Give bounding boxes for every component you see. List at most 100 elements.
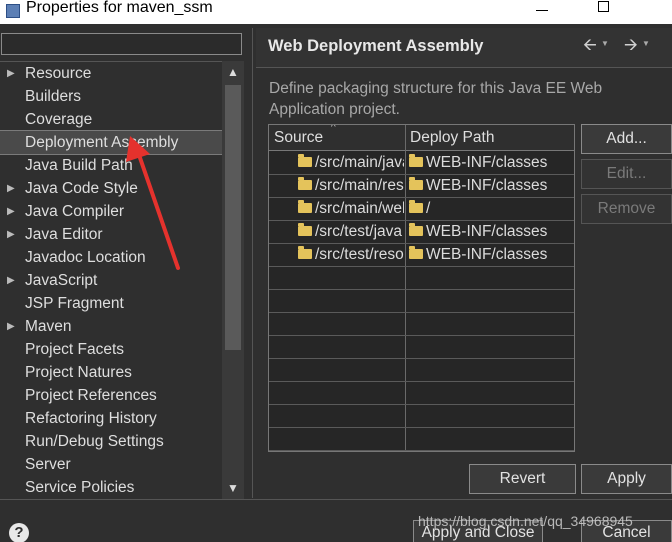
source-cell: /src/main/java bbox=[315, 154, 404, 171]
minimize-button[interactable] bbox=[536, 10, 548, 11]
expand-chevron-icon[interactable]: ▶ bbox=[7, 200, 15, 223]
sidebar-item-label: Project References bbox=[25, 387, 157, 404]
source-cell: /src/main/webapp bbox=[315, 200, 404, 217]
sidebar-item[interactable]: Server bbox=[0, 453, 222, 476]
window-title-bar: Properties for maven_ssm bbox=[0, 0, 672, 24]
scroll-down-icon[interactable]: ▼ bbox=[222, 477, 244, 499]
folder-icon bbox=[298, 246, 312, 259]
properties-tree: ▶ Resource Builders Coverage Deployment Asse… bbox=[0, 61, 244, 499]
apply-button[interactable]: Apply bbox=[581, 464, 672, 494]
edit-button[interactable]: Edit... bbox=[581, 159, 672, 189]
expand-chevron-icon[interactable]: ▶ bbox=[7, 223, 15, 246]
sidebar-item-label: Maven bbox=[25, 318, 72, 335]
table-row[interactable] bbox=[269, 405, 574, 428]
sidebar-item[interactable]: Builders bbox=[0, 85, 222, 108]
sidebar-item-label: Java Compiler bbox=[25, 203, 125, 220]
folder-icon bbox=[409, 154, 423, 167]
sidebar-item[interactable]: ▶ Resource bbox=[0, 62, 222, 85]
table-row[interactable] bbox=[269, 359, 574, 382]
table-row[interactable] bbox=[269, 290, 574, 313]
pane-divider[interactable] bbox=[252, 28, 253, 498]
source-cell: /src/main/resources bbox=[315, 177, 404, 194]
table-row[interactable]: /src/test/resources WEB-INF/classes bbox=[269, 244, 574, 267]
table-row[interactable]: /src/test/java WEB-INF/classes bbox=[269, 221, 574, 244]
folder-icon bbox=[298, 223, 312, 236]
sidebar-item-label: Java Build Path bbox=[25, 157, 133, 174]
expand-chevron-icon[interactable]: ▶ bbox=[7, 177, 15, 200]
scroll-thumb[interactable] bbox=[225, 85, 241, 350]
sidebar-item-label: Run/Debug Settings bbox=[25, 433, 164, 450]
folder-icon bbox=[298, 154, 312, 167]
back-dropdown-icon[interactable]: ▼ bbox=[601, 39, 609, 48]
table-row[interactable] bbox=[269, 382, 574, 405]
sidebar-item-label: Coverage bbox=[25, 111, 93, 128]
remove-button[interactable]: Remove bbox=[581, 194, 672, 224]
page-title: Web Deployment Assembly bbox=[268, 37, 484, 55]
table-row[interactable]: /src/main/resources WEB-INF/classes bbox=[269, 175, 574, 198]
expand-chevron-icon[interactable]: ▶ bbox=[7, 62, 15, 85]
expand-chevron-icon[interactable]: ▶ bbox=[7, 315, 15, 338]
table-row[interactable] bbox=[269, 267, 574, 290]
scroll-up-icon[interactable]: ▲ bbox=[222, 61, 244, 83]
table-row[interactable] bbox=[269, 336, 574, 359]
sidebar-item-label: Refactoring History bbox=[25, 410, 157, 427]
sidebar-item-label: Project Natures bbox=[25, 364, 132, 381]
add-button[interactable]: Add... bbox=[581, 124, 672, 154]
sidebar-item-label: Java Editor bbox=[25, 226, 103, 243]
table-header: Source ^ Deploy Path bbox=[269, 125, 574, 151]
sidebar-item[interactable]: Refactoring History bbox=[0, 407, 222, 430]
column-header-deploy-path[interactable]: Deploy Path bbox=[410, 129, 494, 147]
page-description: Define packaging structure for this Java… bbox=[269, 80, 603, 118]
folder-icon bbox=[409, 223, 423, 236]
forward-dropdown-icon[interactable]: ▼ bbox=[642, 39, 650, 48]
revert-button[interactable]: Revert bbox=[469, 464, 576, 494]
sidebar-item[interactable]: ▶ Java Code Style bbox=[0, 177, 222, 200]
folder-icon bbox=[409, 200, 423, 213]
sidebar-item-label: Resource bbox=[25, 65, 92, 82]
table-row[interactable]: /src/main/webapp / bbox=[269, 198, 574, 221]
footer-divider bbox=[0, 499, 672, 500]
sidebar-item[interactable]: ▶ Java Editor bbox=[0, 223, 222, 246]
sidebar-item[interactable]: Java Build Path bbox=[0, 154, 222, 177]
deployment-table: Source ^ Deploy Path /src/main/java WEB-I… bbox=[268, 124, 575, 452]
page-header: Web Deployment Assembly 🡨 ▼ 🡪 ▼ bbox=[256, 28, 672, 68]
sidebar-item[interactable]: ▶ Java Compiler bbox=[0, 200, 222, 223]
window-title: Properties for maven_ssm bbox=[26, 0, 213, 16]
deploy-path-cell: WEB-INF/classes bbox=[426, 177, 548, 194]
expand-chevron-icon[interactable]: ▶ bbox=[7, 269, 15, 292]
sidebar-item-label: Java Code Style bbox=[25, 180, 138, 197]
sidebar-item[interactable]: JSP Fragment bbox=[0, 292, 222, 315]
sidebar-item[interactable]: Project Facets bbox=[0, 338, 222, 361]
sidebar-item[interactable]: Javadoc Location bbox=[0, 246, 222, 269]
sidebar-item-label: Service Policies bbox=[25, 479, 135, 496]
deploy-path-cell: / bbox=[426, 200, 431, 217]
deploy-path-cell: WEB-INF/classes bbox=[426, 154, 548, 171]
sidebar-item[interactable]: Service Policies bbox=[0, 476, 222, 499]
sidebar-item[interactable]: Coverage bbox=[0, 108, 222, 131]
sidebar-item-label: JSP Fragment bbox=[25, 295, 124, 312]
sidebar-item-label: Javadoc Location bbox=[25, 249, 146, 266]
deploy-path-cell: WEB-INF/classes bbox=[426, 223, 548, 240]
sort-ascending-icon: ^ bbox=[331, 124, 336, 133]
sidebar-item[interactable]: ▶ Maven bbox=[0, 315, 222, 338]
forward-arrow-icon[interactable]: 🡪 bbox=[624, 32, 638, 61]
table-row[interactable]: /src/main/java WEB-INF/classes bbox=[269, 152, 574, 175]
watermark: https://blog.csdn.net/qq_34968945 bbox=[418, 513, 633, 529]
filter-input[interactable] bbox=[1, 33, 242, 55]
table-row[interactable] bbox=[269, 428, 574, 451]
sidebar-item[interactable]: Deployment Assembly bbox=[0, 130, 223, 155]
back-arrow-icon[interactable]: 🡨 bbox=[583, 32, 597, 61]
deploy-path-cell: WEB-INF/classes bbox=[426, 246, 548, 263]
table-row[interactable] bbox=[269, 313, 574, 336]
sidebar-item[interactable]: Project Natures bbox=[0, 361, 222, 384]
app-icon bbox=[6, 4, 20, 18]
sidebar-item-label: JavaScript bbox=[25, 272, 98, 289]
column-header-source[interactable]: Source bbox=[274, 129, 323, 147]
folder-icon bbox=[409, 246, 423, 259]
sidebar-item[interactable]: ▶ JavaScript bbox=[0, 269, 222, 292]
maximize-button[interactable] bbox=[598, 1, 609, 12]
sidebar-item[interactable]: Run/Debug Settings bbox=[0, 430, 222, 453]
sidebar-item[interactable]: Project References bbox=[0, 384, 222, 407]
help-icon[interactable]: ? bbox=[9, 523, 29, 542]
source-cell: /src/test/resources bbox=[315, 246, 404, 263]
